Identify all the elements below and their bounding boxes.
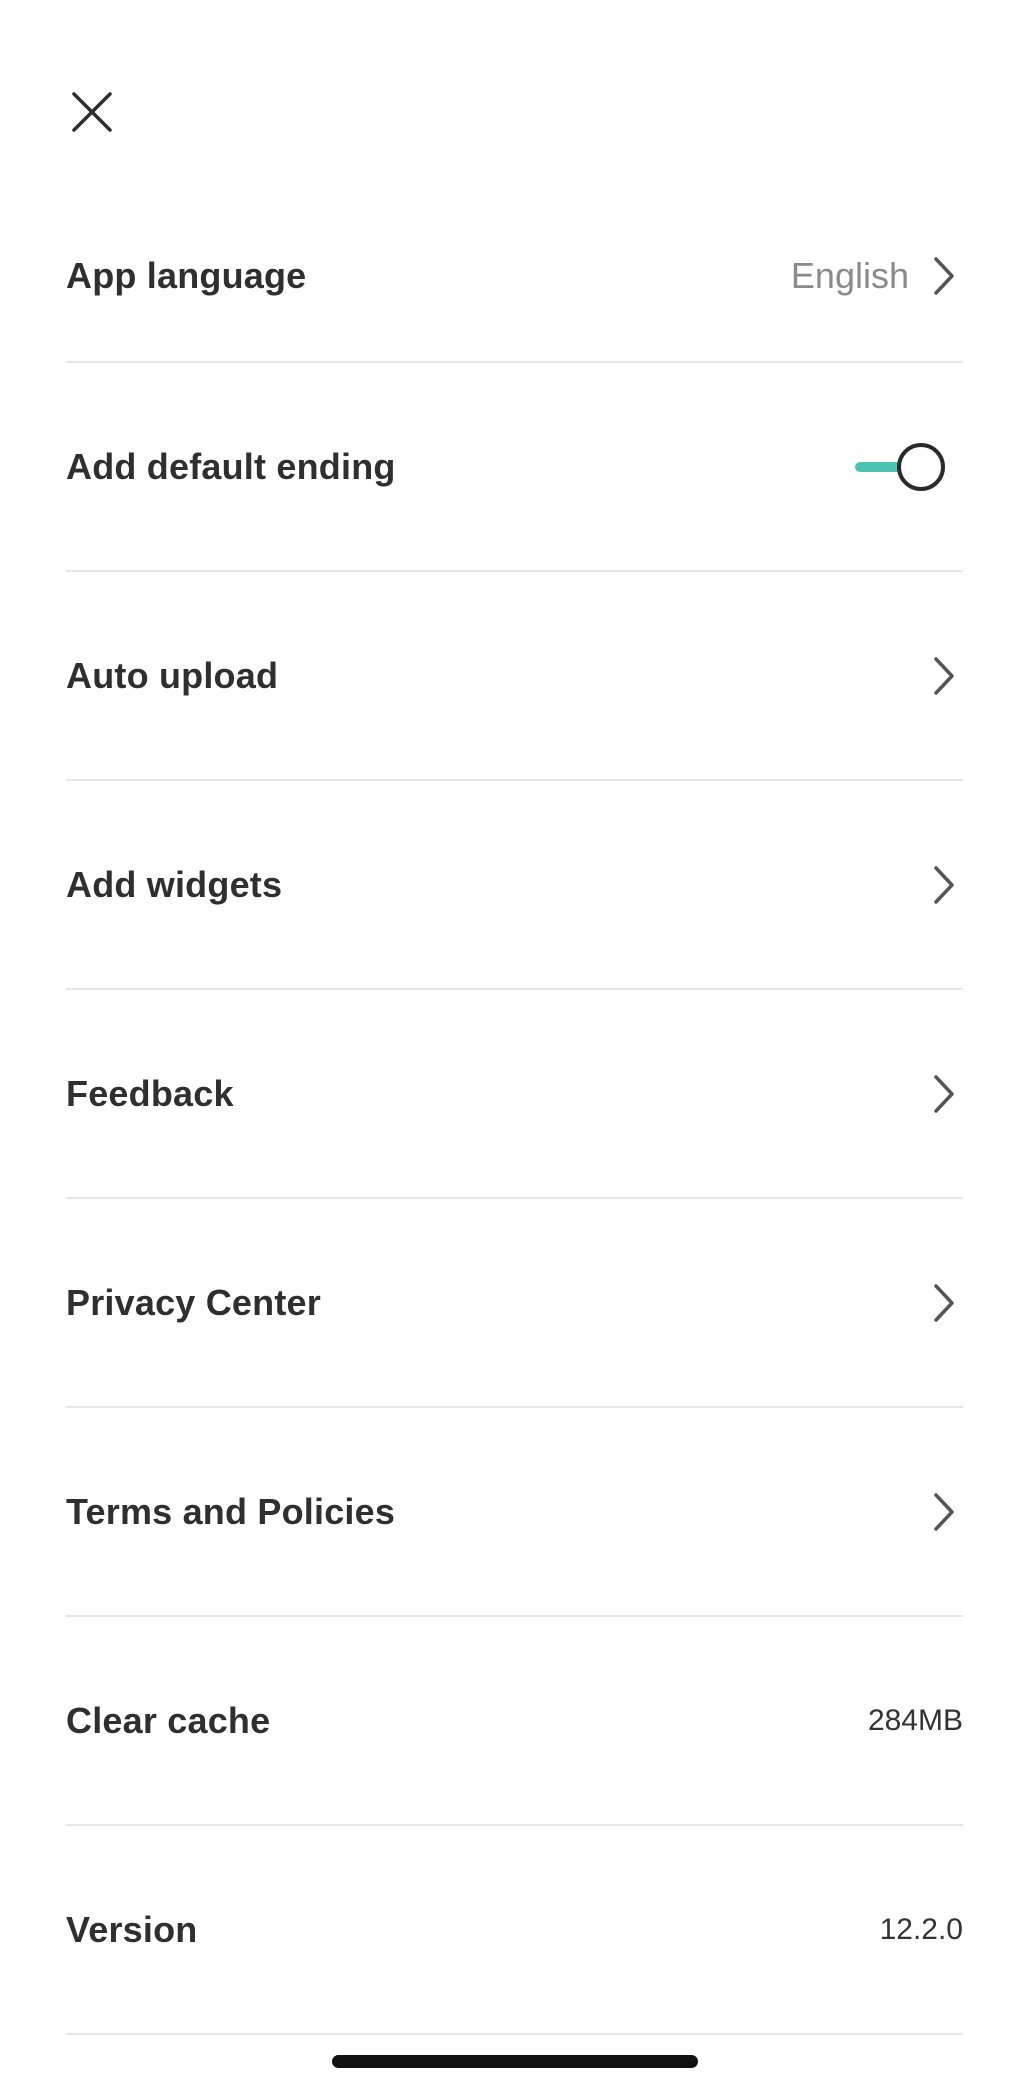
setting-clear-cache[interactable]: Clear cache 284MB	[66, 1617, 963, 1826]
setting-label: Feedback	[66, 1072, 234, 1114]
setting-terms-and-policies[interactable]: Terms and Policies	[66, 1408, 963, 1617]
chevron-right-icon	[934, 656, 954, 695]
setting-label: Add default ending	[66, 445, 396, 487]
setting-right: 284MB	[868, 1704, 963, 1738]
setting-label: Clear cache	[66, 1699, 271, 1741]
setting-add-widgets[interactable]: Add widgets	[66, 781, 963, 990]
setting-app-language[interactable]: App language English	[66, 190, 963, 363]
cache-size-value: 284MB	[867, 1703, 963, 1737]
setting-label: Privacy Center	[66, 1281, 321, 1323]
chevron-right-icon	[934, 1283, 954, 1322]
setting-auto-upload[interactable]: Auto upload	[66, 572, 963, 781]
setting-right	[855, 441, 963, 493]
setting-version: Version 12.2.0	[66, 1826, 963, 2035]
setting-label: Auto upload	[66, 654, 279, 696]
version-value: 12.2.0	[879, 1912, 963, 1946]
close-icon	[72, 92, 112, 132]
setting-label: App language	[66, 254, 307, 296]
setting-right	[933, 1074, 963, 1114]
setting-right	[933, 1283, 963, 1323]
chevron-right-icon	[934, 1074, 954, 1113]
setting-label: Terms and Policies	[66, 1490, 396, 1532]
chevron-right-icon	[934, 1492, 954, 1531]
setting-label: Add widgets	[66, 863, 283, 905]
setting-label: Version	[66, 1908, 198, 1950]
default-ending-toggle[interactable]	[855, 441, 945, 493]
language-value: English	[790, 254, 909, 296]
chevron-right-icon	[934, 865, 954, 904]
setting-right	[933, 865, 963, 905]
setting-right	[933, 1492, 963, 1532]
setting-privacy-center[interactable]: Privacy Center	[66, 1199, 963, 1408]
setting-right: English	[791, 255, 963, 297]
home-indicator	[332, 2055, 698, 2068]
setting-feedback[interactable]: Feedback	[66, 990, 963, 1199]
settings-list: App language English Add default ending …	[66, 190, 963, 2035]
setting-right	[933, 656, 963, 696]
toggle-knob	[897, 442, 945, 491]
setting-right: 12.2.0	[880, 1913, 963, 1947]
setting-add-default-ending[interactable]: Add default ending	[66, 363, 963, 572]
chevron-right-icon	[934, 256, 954, 295]
close-button[interactable]	[60, 80, 124, 144]
